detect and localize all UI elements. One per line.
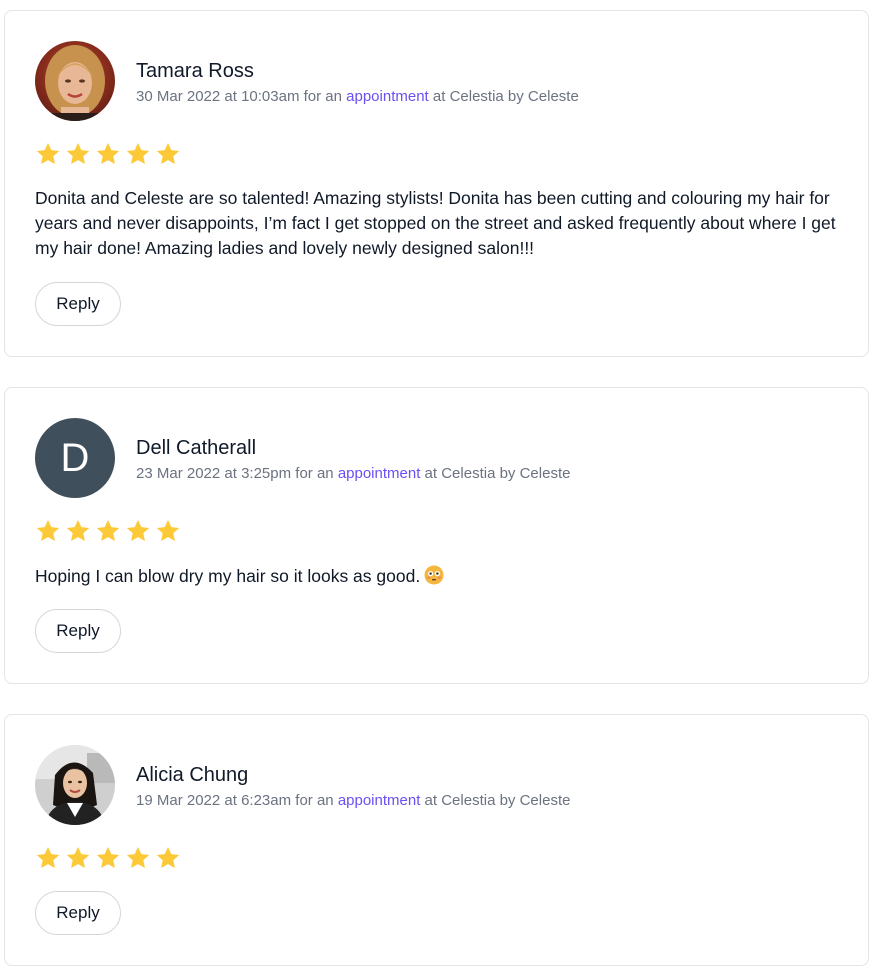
review-text-content: Hoping I can blow dry my hair so it look… [35, 566, 421, 586]
meta-location: at Celestia by Celeste [420, 792, 571, 809]
star-icon [96, 846, 120, 868]
star-icon [126, 846, 150, 868]
review-card: Tamara Ross 30 Mar 2022 at 10:03am for a… [4, 10, 869, 357]
review-text: Hoping I can blow dry my hair so it look… [35, 564, 845, 589]
star-icon [126, 142, 150, 164]
meta-location: at Celestia by Celeste [420, 465, 571, 482]
user-photo-icon [35, 41, 115, 121]
star-icon [156, 142, 180, 164]
star-icon [36, 142, 60, 164]
reviewer-name: Alicia Chung [136, 764, 249, 786]
flushed-face-icon [424, 565, 444, 585]
user-photo-icon [35, 745, 115, 825]
review-date: 23 Mar 2022 at 3:25pm [136, 465, 292, 482]
avatar [35, 41, 115, 121]
star-icon [66, 846, 90, 868]
star-rating [35, 845, 181, 871]
review-meta: 23 Mar 2022 at 3:25pm for an appointment… [136, 464, 570, 484]
reviewer-name: Dell Catherall [136, 437, 257, 459]
star-icon [156, 519, 180, 541]
star-rating [35, 518, 181, 544]
appointment-link[interactable]: appointment [346, 88, 429, 105]
star-icon [126, 519, 150, 541]
star-icon [36, 846, 60, 868]
avatar [35, 745, 115, 825]
meta-for-text: for an [291, 465, 338, 482]
meta-for-text: for an [299, 88, 347, 105]
review-meta: 19 Mar 2022 at 6:23am for an appointment… [136, 791, 570, 811]
reviewer-name: Tamara Ross [136, 60, 254, 82]
reply-button[interactable]: Reply [35, 609, 121, 653]
meta-for-text: for an [291, 792, 338, 809]
review-card: D Dell Catherall 23 Mar 2022 at 3:25pm f… [4, 387, 869, 684]
meta-location: at Celestia by Celeste [428, 88, 579, 105]
star-rating [35, 141, 181, 167]
review-date: 30 Mar 2022 at 10:03am [136, 88, 300, 105]
star-icon [66, 142, 90, 164]
appointment-link[interactable]: appointment [338, 465, 421, 482]
reply-button[interactable]: Reply [35, 891, 121, 935]
review-meta: 30 Mar 2022 at 10:03am for an appointmen… [136, 87, 579, 107]
review-card: Alicia Chung 19 Mar 2022 at 6:23am for a… [4, 714, 869, 966]
star-icon [96, 142, 120, 164]
appointment-link[interactable]: appointment [338, 792, 421, 809]
avatar: D [35, 418, 115, 498]
star-icon [156, 846, 180, 868]
review-date: 19 Mar 2022 at 6:23am [136, 792, 292, 809]
reply-button[interactable]: Reply [35, 282, 121, 326]
star-icon [96, 519, 120, 541]
star-icon [36, 519, 60, 541]
review-text: Donita and Celeste are so talented! Amaz… [35, 188, 836, 258]
star-icon [66, 519, 90, 541]
